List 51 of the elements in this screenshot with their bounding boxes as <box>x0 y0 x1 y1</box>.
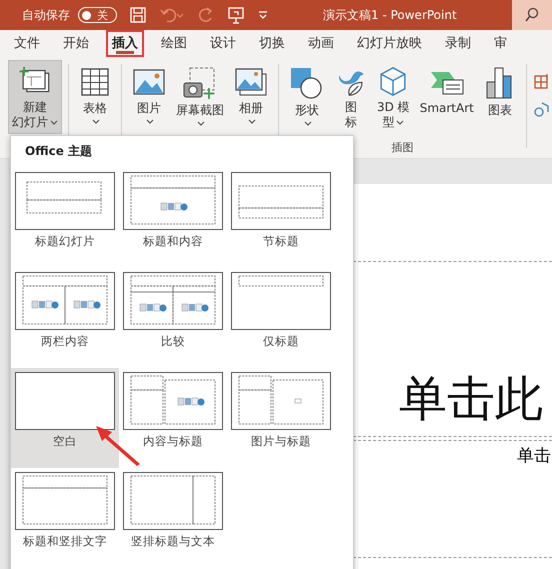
caret-icon <box>396 120 404 126</box>
autosave-toggle[interactable]: 关 <box>78 7 117 23</box>
layout-option[interactable]: 空白 <box>11 368 119 468</box>
ribbon-tab[interactable]: 审 <box>488 30 513 57</box>
layout-option[interactable]: 标题和内容 <box>119 168 227 268</box>
ribbon-button[interactable]: 屏幕截图 <box>172 60 228 134</box>
ribbon-button[interactable]: 相册 <box>230 60 272 134</box>
photo-album-icon <box>234 66 268 98</box>
ribbon-button[interactable]: 图片 <box>128 60 170 134</box>
autosave-label: 自动保存 <box>22 6 70 24</box>
gallery-heading: Office 主题 <box>24 143 94 160</box>
group-label: 插图 <box>391 140 414 155</box>
ribbon-button[interactable]: 形状 <box>285 60 329 134</box>
window-title: 演示文稿1 - PowerPoint <box>323 6 457 24</box>
search-button[interactable] <box>512 0 552 30</box>
ribbon-tab[interactable]: 切换 <box>253 30 291 57</box>
search-icon <box>524 7 540 23</box>
caret-icon <box>304 121 312 127</box>
ribbon-button[interactable]: 新建 幻灯片 <box>8 60 62 134</box>
table-icon <box>79 66 111 98</box>
ribbon-tab[interactable]: 动画 <box>302 30 340 57</box>
shapes-link-icon[interactable] <box>532 100 551 118</box>
layout-option[interactable]: 竖排标题与文本 <box>119 468 227 568</box>
ribbon-button[interactable]: 图 标 <box>331 60 371 134</box>
ribbon-tab[interactable]: 绘图 <box>155 30 193 57</box>
layout-option[interactable]: 仅标题 <box>227 268 335 368</box>
ribbon-tab[interactable]: 幻灯片放映 <box>351 30 428 57</box>
caret-icon <box>197 121 205 127</box>
ribbon-button[interactable]: 图表 <box>480 60 520 134</box>
ribbon-tab[interactable]: 设计 <box>204 30 242 57</box>
layout-option[interactable]: 比较 <box>119 268 227 368</box>
caret-icon <box>146 119 154 125</box>
ribbon-tab[interactable]: 录制 <box>439 30 477 57</box>
save-icon[interactable] <box>129 6 147 24</box>
caret-icon <box>50 120 58 126</box>
slide-canvas[interactable]: 单击此 单击 <box>352 184 552 569</box>
layout-option[interactable]: 图片与标题 <box>227 368 335 468</box>
layout-option[interactable]: 节标题 <box>227 168 335 268</box>
ribbon-tab[interactable]: 开始 <box>57 30 95 57</box>
layout-option[interactable]: 标题和竖排文字 <box>11 468 119 568</box>
ribbon-button[interactable]: 表格 <box>75 60 115 134</box>
ribbon-button[interactable]: SmartArt <box>416 60 478 134</box>
layout-option[interactable]: 标题幻灯片 <box>11 168 119 268</box>
layout-option[interactable]: 两栏内容 <box>11 268 119 368</box>
caret-icon <box>92 119 100 125</box>
ribbon-tab[interactable]: 文件 <box>8 30 46 57</box>
caret-icon <box>248 119 256 125</box>
presentation-icon[interactable] <box>227 6 245 24</box>
ribbon-tab[interactable]: 插入 <box>106 30 144 57</box>
layout-option[interactable]: 内容与标题 <box>119 368 227 468</box>
ribbon-button[interactable]: 3D 模 型 <box>373 60 414 134</box>
